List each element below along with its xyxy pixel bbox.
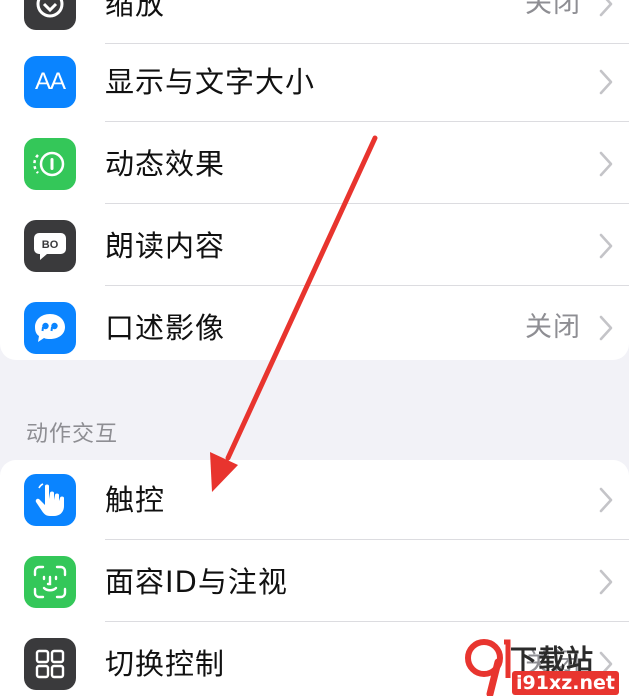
spoken-glyph: BO: [42, 239, 59, 251]
watermark: 下载站 i91xz.net: [462, 636, 629, 697]
settings-row-display-text-size[interactable]: AA 显示与文字大小: [0, 42, 629, 122]
row-label: 面容ID与注视: [105, 565, 288, 599]
zoom-icon: [24, 0, 76, 30]
chevron-right-icon: [599, 151, 613, 177]
chevron-right-icon: [599, 233, 613, 259]
text-size-glyph: AA: [34, 68, 66, 95]
settings-row-audio-descriptions[interactable]: 口述影像 关闭: [0, 288, 629, 368]
section-header-interaction: 动作交互: [26, 422, 119, 447]
text-size-icon: AA: [24, 56, 76, 108]
switch-control-icon: [24, 638, 76, 690]
settings-row-zoom[interactable]: 缩放 关闭: [0, 0, 629, 44]
chevron-right-icon: [599, 315, 613, 341]
row-value: 关闭: [525, 312, 581, 343]
row-label: 切换控制: [105, 647, 226, 681]
row-divider: [105, 539, 629, 540]
vision-settings-group: 缩放 关闭 AA 显示与文字大小 动态效果 BO 朗读内容 口述影像 关闭: [0, 0, 629, 360]
chevron-right-icon: [599, 569, 613, 595]
accessibility-settings-screen: 缩放 关闭 AA 显示与文字大小 动态效果 BO 朗读内容 口述影像 关闭 动作…: [0, 0, 629, 697]
row-label: 触控: [105, 483, 166, 517]
row-label: 缩放: [105, 0, 166, 21]
row-label: 显示与文字大小: [105, 65, 316, 99]
motion-icon: [24, 138, 76, 190]
touch-icon: [24, 474, 76, 526]
row-divider: [105, 285, 629, 286]
settings-row-motion[interactable]: 动态效果: [0, 124, 629, 204]
row-divider: [105, 121, 629, 122]
row-divider: [105, 203, 629, 204]
row-label: 朗读内容: [105, 229, 226, 263]
face-id-icon: [24, 556, 76, 608]
chevron-right-icon: [599, 0, 613, 17]
settings-row-spoken-content[interactable]: BO 朗读内容: [0, 206, 629, 286]
spoken-content-icon: BO: [24, 220, 76, 272]
row-value: 关闭: [525, 0, 581, 19]
chevron-right-icon: [599, 69, 613, 95]
settings-row-touch[interactable]: 触控: [0, 460, 629, 540]
row-divider: [105, 621, 629, 622]
watermark-url: i91xz.net: [512, 671, 619, 695]
row-label: 动态效果: [105, 147, 226, 181]
row-label: 口述影像: [105, 311, 226, 345]
watermark-logo-icon: [465, 639, 511, 696]
audio-descriptions-icon: [24, 302, 76, 354]
chevron-right-icon: [599, 487, 613, 513]
settings-row-face-id-attention[interactable]: 面容ID与注视: [0, 542, 629, 622]
